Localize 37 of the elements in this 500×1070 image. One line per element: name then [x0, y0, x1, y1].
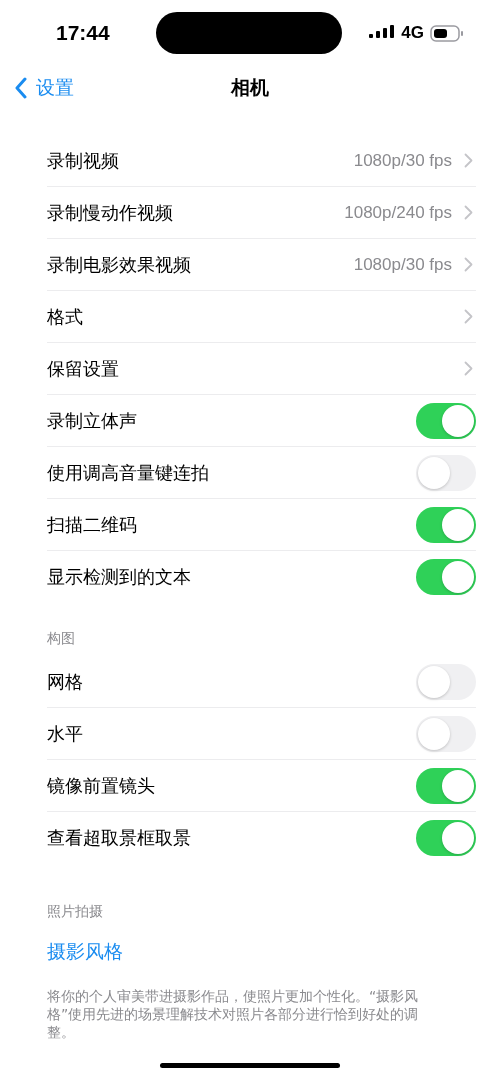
status-time: 17:44 — [56, 21, 110, 45]
toggle-switch[interactable] — [416, 663, 476, 700]
network-label: 4G — [401, 23, 424, 43]
settings-row[interactable]: 录制立体声 — [47, 395, 476, 447]
back-chevron-icon — [14, 77, 28, 99]
photographic-styles-link[interactable]: 摄影风格 — [0, 939, 500, 965]
signal-icon — [369, 25, 396, 41]
settings-row[interactable]: 水平 — [47, 708, 476, 760]
settings-row[interactable]: 录制慢动作视频 1080p/240 fps — [47, 187, 476, 239]
settings-row[interactable]: 网格 — [47, 656, 476, 708]
chevron-icon — [464, 257, 473, 272]
toggle-switch[interactable] — [416, 767, 476, 804]
toggle-switch[interactable] — [416, 558, 476, 595]
back-button[interactable]: 设置 — [14, 75, 74, 101]
toggle-switch[interactable] — [416, 819, 476, 856]
settings-row[interactable]: 录制视频 1080p/30 fps — [47, 135, 476, 187]
battery-icon — [430, 24, 464, 42]
settings-row[interactable]: 显示检测到的文本 — [47, 551, 476, 602]
settings-row[interactable]: 格式 — [47, 291, 476, 343]
page-title: 相机 — [231, 75, 269, 100]
toggle-switch[interactable] — [416, 454, 476, 491]
settings-row[interactable]: 扫描二维码 — [47, 499, 476, 551]
section-header: 照片拍摄 — [46, 903, 104, 921]
chevron-icon — [464, 153, 473, 168]
chevron-icon — [464, 205, 473, 220]
chevron-icon — [464, 361, 473, 376]
section-header: 构图 — [46, 630, 76, 648]
toggle-switch[interactable] — [416, 506, 476, 543]
section-footer-text: 将你的个人审美带进摄影作品，使照片更加个性化。“摄影风格”使用先进的场景理解技术对照片各部分进行恰到好处的调整。 — [47, 987, 420, 1041]
chevron-icon — [464, 309, 473, 324]
settings-row[interactable]: 保留设置 — [47, 343, 476, 395]
settings-row[interactable]: 查看超取景框取景 — [47, 812, 476, 863]
settings-row[interactable]: 录制电影效果视频 1080p/30 fps — [47, 239, 476, 291]
settings-row[interactable]: 镜像前置镜头 — [47, 760, 476, 812]
settings-row[interactable]: 使用调高音量键连拍 — [47, 447, 476, 499]
toggle-switch[interactable] — [416, 715, 476, 752]
toggle-switch[interactable] — [416, 402, 476, 439]
